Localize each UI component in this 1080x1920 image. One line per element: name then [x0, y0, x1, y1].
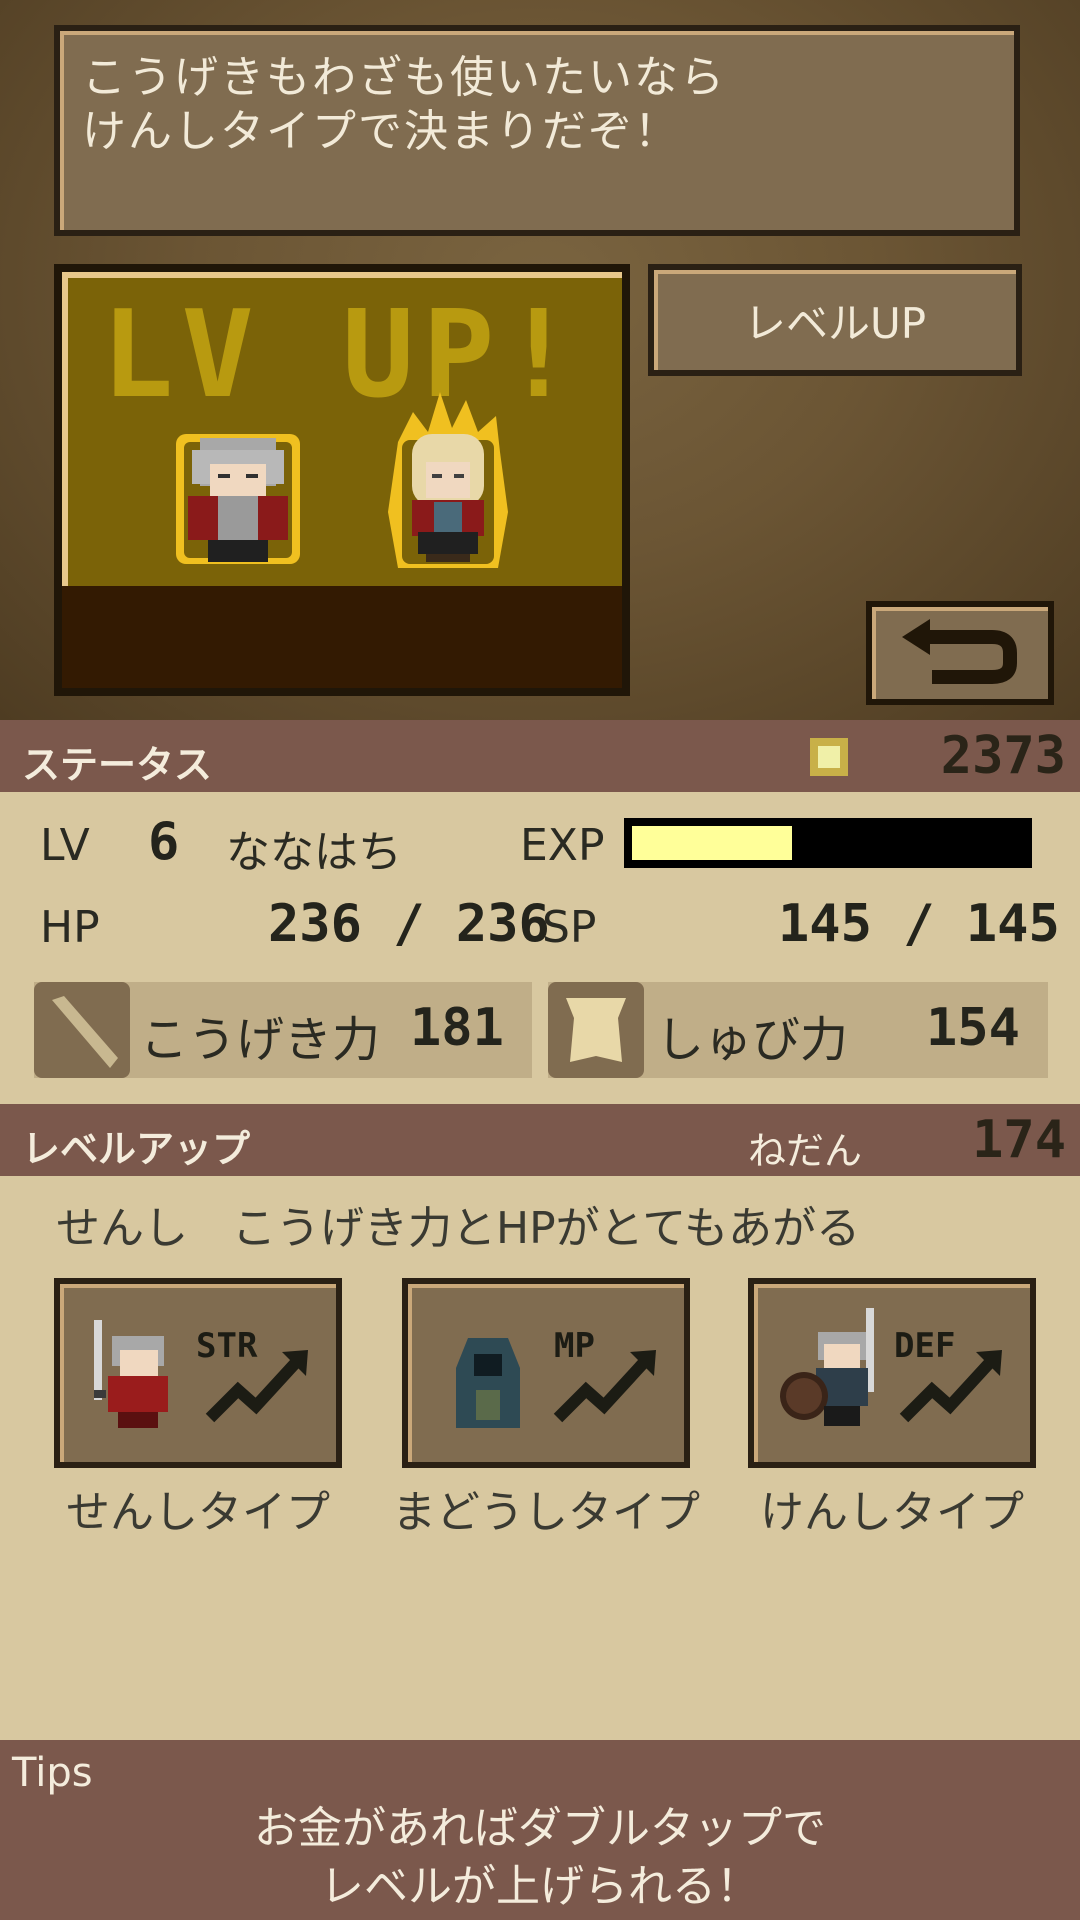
price-value: 174 — [972, 1110, 1066, 1170]
levelup-header: レベルアップ ねだん 174 — [0, 1104, 1080, 1176]
class-description: せんし こうげき力とHPがとてもあがる — [56, 1203, 861, 1254]
class-label-mage: まどうしタイプ — [392, 1487, 700, 1538]
attack-label: こうげき力 — [140, 1012, 381, 1068]
level-up-button[interactable]: レベルUP — [648, 264, 1022, 376]
back-button[interactable] — [866, 601, 1054, 705]
status-title: ステータス — [22, 743, 213, 787]
status-header: ステータス 2373 — [0, 720, 1080, 792]
lv-label: LV — [40, 820, 90, 871]
stat-up-arrow-icon — [899, 1350, 1002, 1423]
exp-label: EXP — [520, 820, 605, 871]
swordsman-sprite-icon — [780, 1308, 874, 1426]
class-label-swordsman: けんしタイプ — [760, 1487, 1024, 1538]
sword-icon — [34, 982, 130, 1078]
dialogue-line-2: けんしタイプで決まりだぞ！ — [82, 106, 680, 157]
character-sprite-gray-hair — [176, 434, 300, 564]
tips-line-2: レベルが上げられる！ — [320, 1861, 760, 1912]
stat-up-arrow-icon — [553, 1350, 656, 1423]
defense-value: 154 — [926, 998, 1020, 1058]
hp-label: HP — [40, 902, 100, 953]
character-sprite-blonde — [388, 392, 508, 568]
armor-icon — [548, 982, 644, 1078]
scene-floor — [62, 586, 622, 688]
class-choice-mage[interactable]: MP — [402, 1278, 690, 1468]
level-up-scene: LV UP! — [54, 264, 630, 696]
mage-sprite-icon — [456, 1338, 520, 1428]
exp-bar-fill — [632, 826, 792, 860]
dialogue-line-1: こうげきもわざも使いたいなら — [82, 52, 726, 103]
hp-value: 236 / 236 — [268, 894, 550, 954]
class-label-warrior: せんしタイプ — [66, 1487, 330, 1538]
tips-panel: Tips お金があればダブルタップで レベルが上げられる！ — [0, 1740, 1080, 1920]
lv-value: 6 — [148, 812, 180, 872]
exp-bar — [624, 818, 1032, 868]
class-choice-swordsman[interactable]: DEF — [748, 1278, 1036, 1468]
warrior-sprite-icon — [94, 1320, 168, 1428]
defense-chip: しゅび力 154 — [548, 982, 1048, 1078]
sp-label: SP — [542, 902, 597, 953]
dialogue-box: こうげきもわざも使いたいなら けんしタイプで決まりだぞ！ — [54, 25, 1020, 236]
attack-value: 181 — [410, 998, 504, 1058]
defense-label: しゅび力 — [656, 1012, 849, 1068]
class-choice-warrior[interactable]: STR — [54, 1278, 342, 1468]
tips-line-1: お金があればダブルタップで — [254, 1803, 826, 1854]
levelup-title: レベルアップ — [22, 1127, 251, 1171]
sp-value: 145 / 145 — [778, 894, 1060, 954]
coin-count: 2373 — [940, 726, 1066, 786]
tips-title: Tips — [12, 1750, 93, 1796]
return-arrow-icon — [902, 619, 1017, 684]
coin-icon — [810, 738, 848, 776]
character-name: ななはち — [226, 827, 402, 878]
lv-up-banner: LV UP! — [101, 286, 583, 425]
price-label: ねだん — [748, 1129, 863, 1173]
stat-up-arrow-icon — [205, 1350, 308, 1423]
attack-chip: こうげき力 181 — [34, 982, 532, 1078]
